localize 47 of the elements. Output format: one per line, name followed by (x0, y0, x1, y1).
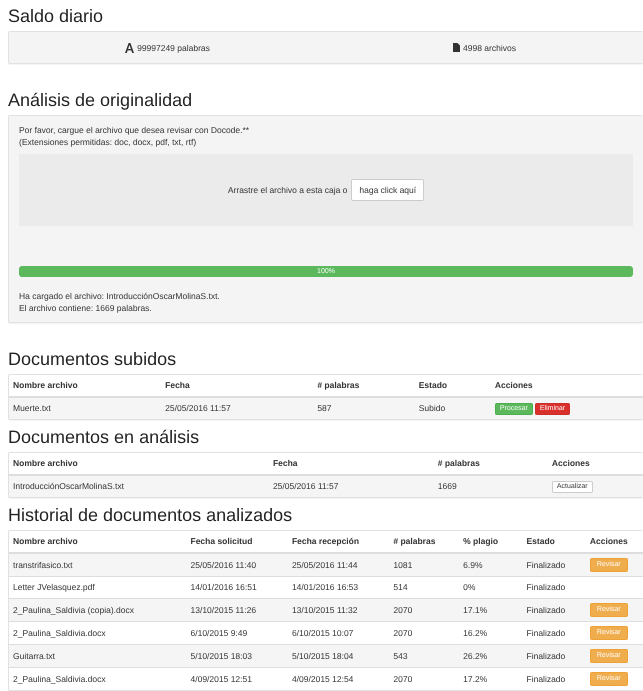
drop-zone[interactable]: Arrastre el archivo a esta caja o haga click aquí (19, 154, 633, 226)
table-cell: 25/05/2016 11:40 (186, 553, 288, 576)
table-cell: 6.9% (459, 553, 523, 576)
table-cell: 587 (313, 397, 415, 419)
loaded-file-text: Ha cargado el archivo: IntroducciónOscarMolinaS.txt. (19, 290, 221, 302)
section-title: Documentos subidos (8, 349, 178, 369)
table-cell: Guitarra.txt (9, 644, 187, 668)
table-cell: Finalizado (522, 598, 586, 622)
table-cell: Finalizado (522, 668, 586, 690)
drop-text: Arrastre el archivo a esta caja o (228, 185, 348, 195)
table-cell: IntroducciónOscarMolinaS.txt (9, 475, 269, 497)
section-title: Documentos en análisis (8, 427, 200, 447)
table-cell: 1669 (434, 475, 548, 497)
table-cell: 25/05/2016 11:44 (288, 553, 390, 576)
table-cell: 13/10/2015 11:26 (186, 598, 288, 622)
file-icon (453, 43, 460, 52)
table-cell: 2070 (389, 598, 460, 622)
word-count-text: El archivo contiene: 1669 palabras. (19, 302, 153, 314)
section-title: Historial de documentos analizados (8, 505, 294, 525)
table-cell: 1081 (389, 553, 460, 576)
section-title: Saldo diario (8, 6, 104, 26)
table-cell: 4/09/2015 12:51 (186, 668, 288, 690)
upload-button[interactable]: haga click aquí (351, 179, 424, 201)
table-cell: 25/05/2016 11:57 (268, 475, 434, 497)
table-cell: 17.1% (459, 598, 523, 622)
file-balance: 4998 archivos (463, 42, 516, 52)
table-cell: Finalizado (522, 644, 586, 668)
table-cell: transtrifasico.txt (9, 553, 187, 576)
allowed-extensions: (Extensiones permitidas: doc, docx, pdf, txt, rtf) (19, 136, 198, 148)
font-icon (125, 42, 134, 52)
section-title: Análisis de originalidad (8, 90, 194, 110)
table-cell: 4/09/2015 12:54 (288, 668, 390, 690)
instructions: Por favor, cargue el archivo que desea revisar con Docode.** (19, 124, 250, 136)
table-cell: Finalizado (522, 553, 586, 576)
table-cell: 2070 (389, 668, 460, 690)
table-cell: 25/05/2016 11:57 (161, 397, 314, 419)
table-cell: 2_Paulina_Saldivia (copia).docx (9, 598, 187, 622)
table-cell: 17.2% (459, 668, 523, 690)
table-cell: 5/10/2015 18:04 (288, 644, 390, 668)
table-cell: 13/10/2015 11:32 (288, 598, 390, 622)
table-cell: 5/10/2015 18:03 (186, 644, 288, 668)
table-cell: Muerte.txt (9, 397, 162, 419)
table-cell: Subido (414, 397, 491, 419)
word-balance: 99997249 palabras (137, 42, 210, 52)
table-cell: 543 (389, 644, 460, 668)
table-cell: 26.2% (459, 644, 523, 668)
table-cell: 2_Paulina_Saldivia.docx (9, 668, 187, 690)
